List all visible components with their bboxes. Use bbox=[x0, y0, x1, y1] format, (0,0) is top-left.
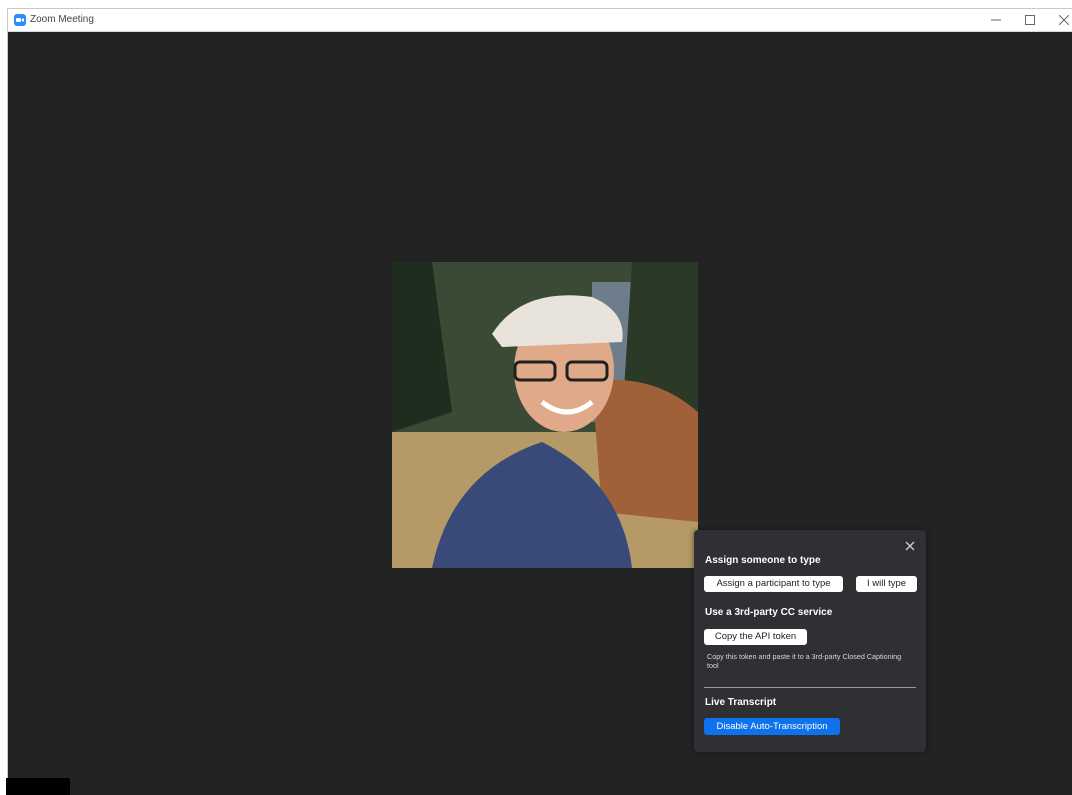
minimize-icon bbox=[991, 19, 1001, 21]
divider bbox=[704, 687, 916, 688]
redacted-area bbox=[6, 778, 70, 795]
title-bar: Zoom Meeting bbox=[8, 9, 1072, 32]
minimize-button[interactable] bbox=[979, 9, 1013, 31]
participant-photo-image bbox=[392, 262, 698, 568]
panel-close-icon[interactable] bbox=[904, 540, 916, 552]
close-icon bbox=[1059, 15, 1069, 25]
third-party-cc-heading: Use a 3rd-party CC service bbox=[705, 607, 833, 618]
window-title: Zoom Meeting bbox=[30, 14, 94, 25]
close-window-button[interactable] bbox=[1047, 9, 1072, 31]
participant-video-photo bbox=[392, 262, 698, 568]
i-will-type-button[interactable]: I will type bbox=[856, 576, 917, 592]
disable-auto-transcription-button[interactable]: Disable Auto-Transcription bbox=[704, 718, 840, 735]
closed-captions-popup: Assign someone to type Assign a particip… bbox=[694, 530, 926, 752]
zoom-app-icon bbox=[14, 14, 26, 26]
maximize-button[interactable] bbox=[1013, 9, 1047, 31]
maximize-icon bbox=[1025, 15, 1035, 25]
copy-token-note: Copy this token and paste it to a 3rd-pa… bbox=[707, 652, 902, 670]
assign-someone-heading: Assign someone to type bbox=[705, 555, 821, 566]
copy-api-token-button[interactable]: Copy the API token bbox=[704, 629, 807, 645]
live-transcript-heading: Live Transcript bbox=[705, 697, 777, 708]
assign-participant-button[interactable]: Assign a participant to type bbox=[704, 576, 843, 592]
